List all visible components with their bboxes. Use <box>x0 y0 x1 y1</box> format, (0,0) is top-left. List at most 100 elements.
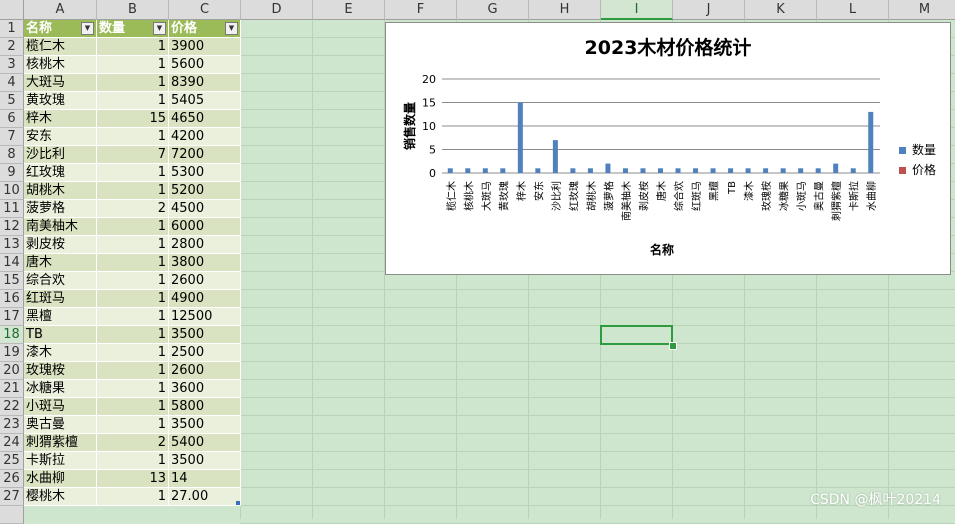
row-header-3[interactable]: 3 <box>0 56 24 74</box>
row-header-25[interactable]: 25 <box>0 452 24 470</box>
table-cell[interactable]: 13 <box>97 470 169 488</box>
column-header-G[interactable]: G <box>457 0 529 20</box>
row-header-4[interactable]: 4 <box>0 74 24 92</box>
table-cell[interactable]: 1 <box>97 344 169 362</box>
table-cell[interactable]: 2800 <box>169 236 241 254</box>
table-cell[interactable]: 1 <box>97 416 169 434</box>
column-header-B[interactable]: B <box>97 0 169 20</box>
table-cell[interactable]: 菠萝格 <box>24 200 97 218</box>
table-cell[interactable]: 综合欢 <box>24 272 97 290</box>
table-cell[interactable]: 小斑马 <box>24 398 97 416</box>
table-cell[interactable]: TB <box>24 326 97 344</box>
table-cell[interactable]: 沙比利 <box>24 146 97 164</box>
row-header-18[interactable]: 18 <box>0 326 24 344</box>
table-cell[interactable]: 剥皮桉 <box>24 236 97 254</box>
table-cell[interactable]: 2600 <box>169 362 241 380</box>
table-cell[interactable]: 南美柚木 <box>24 218 97 236</box>
fill-handle[interactable] <box>669 342 677 350</box>
table-cell[interactable]: 3500 <box>169 416 241 434</box>
table-cell[interactable]: 1 <box>97 254 169 272</box>
row-header-27[interactable]: 27 <box>0 488 24 506</box>
row-header-7[interactable]: 7 <box>0 128 24 146</box>
table-cell[interactable]: 1 <box>97 182 169 200</box>
row-header-15[interactable]: 15 <box>0 272 24 290</box>
table-cell[interactable]: 1 <box>97 452 169 470</box>
table-header-cell[interactable]: 数量 ▼ <box>97 20 169 38</box>
row-header-28[interactable] <box>0 506 24 524</box>
table-cell[interactable]: 2 <box>97 200 169 218</box>
table-cell[interactable]: 红玫瑰 <box>24 164 97 182</box>
table-cell[interactable]: 1 <box>97 398 169 416</box>
row-header-20[interactable]: 20 <box>0 362 24 380</box>
table-cell[interactable]: 7 <box>97 146 169 164</box>
column-header-L[interactable]: L <box>817 0 889 20</box>
table-cell[interactable]: 1 <box>97 380 169 398</box>
table-cell[interactable]: 核桃木 <box>24 56 97 74</box>
row-header-16[interactable]: 16 <box>0 290 24 308</box>
table-cell[interactable]: 红斑马 <box>24 290 97 308</box>
table-cell[interactable]: 2 <box>97 434 169 452</box>
column-header-D[interactable]: D <box>241 0 313 20</box>
row-header-26[interactable]: 26 <box>0 470 24 488</box>
row-header-12[interactable]: 12 <box>0 218 24 236</box>
table-cell[interactable]: 胡桃木 <box>24 182 97 200</box>
table-cell[interactable]: 8390 <box>169 74 241 92</box>
table-cell[interactable]: 1 <box>97 74 169 92</box>
row-header-24[interactable]: 24 <box>0 434 24 452</box>
table-cell[interactable]: 2500 <box>169 344 241 362</box>
row-header-14[interactable]: 14 <box>0 254 24 272</box>
table-cell[interactable]: 5800 <box>169 398 241 416</box>
column-header-E[interactable]: E <box>313 0 385 20</box>
row-header-17[interactable]: 17 <box>0 308 24 326</box>
table-cell[interactable]: 15 <box>97 110 169 128</box>
table-cell[interactable]: 3500 <box>169 326 241 344</box>
row-header-23[interactable]: 23 <box>0 416 24 434</box>
table-cell[interactable]: 梓木 <box>24 110 97 128</box>
table-cell[interactable]: 大斑马 <box>24 74 97 92</box>
filter-dropdown-icon[interactable]: ▼ <box>225 22 238 35</box>
column-header-H[interactable]: H <box>529 0 601 20</box>
table-cell[interactable]: 1 <box>97 92 169 110</box>
table-cell[interactable]: 榄仁木 <box>24 38 97 56</box>
table-cell[interactable]: 4650 <box>169 110 241 128</box>
row-header-5[interactable]: 5 <box>0 92 24 110</box>
table-cell[interactable]: 刺猬紫檀 <box>24 434 97 452</box>
table-cell[interactable]: 5405 <box>169 92 241 110</box>
table-cell[interactable]: 3800 <box>169 254 241 272</box>
table-cell[interactable]: 1 <box>97 326 169 344</box>
table-cell[interactable]: 黄玫瑰 <box>24 92 97 110</box>
table-cell[interactable]: 唐木 <box>24 254 97 272</box>
bar-chart[interactable]: 2023木材价格统计 0 5 10 15 20 销售数量 榄仁木 核桃木 大斑马 黄玫瑰 梓木 安东 沙比… <box>385 22 951 275</box>
table-cell[interactable]: 1 <box>97 272 169 290</box>
column-header-C[interactable]: C <box>169 0 241 20</box>
table-cell[interactable]: 安东 <box>24 128 97 146</box>
column-header-M[interactable]: M <box>889 0 955 20</box>
row-header-9[interactable]: 9 <box>0 164 24 182</box>
table-cell[interactable]: 玫瑰桉 <box>24 362 97 380</box>
table-cell[interactable]: 5600 <box>169 56 241 74</box>
table-cell[interactable]: 奥古曼 <box>24 416 97 434</box>
table-cell[interactable]: 7200 <box>169 146 241 164</box>
column-header-I[interactable]: I <box>601 0 673 20</box>
row-header-10[interactable]: 10 <box>0 182 24 200</box>
table-cell[interactable]: 3600 <box>169 380 241 398</box>
table-cell[interactable]: 冰糖果 <box>24 380 97 398</box>
column-header-A[interactable]: A <box>24 0 97 20</box>
row-header-2[interactable]: 2 <box>0 38 24 56</box>
table-cell[interactable]: 黑檀 <box>24 308 97 326</box>
table-header-cell[interactable]: 价格 ▼ <box>169 20 241 38</box>
table-cell[interactable]: 1 <box>97 290 169 308</box>
filter-dropdown-icon[interactable]: ▼ <box>81 22 94 35</box>
table-cell[interactable]: 5300 <box>169 164 241 182</box>
row-header-1[interactable]: 1 <box>0 20 24 38</box>
column-header-F[interactable]: F <box>385 0 457 20</box>
column-header-J[interactable]: J <box>673 0 745 20</box>
row-header-13[interactable]: 13 <box>0 236 24 254</box>
table-cell[interactable]: 12500 <box>169 308 241 326</box>
table-cell[interactable]: 1 <box>97 362 169 380</box>
row-header-11[interactable]: 11 <box>0 200 24 218</box>
row-header-21[interactable]: 21 <box>0 380 24 398</box>
table-cell[interactable]: 1 <box>97 218 169 236</box>
table-cell[interactable]: 6000 <box>169 218 241 236</box>
table-cell[interactable]: 5200 <box>169 182 241 200</box>
